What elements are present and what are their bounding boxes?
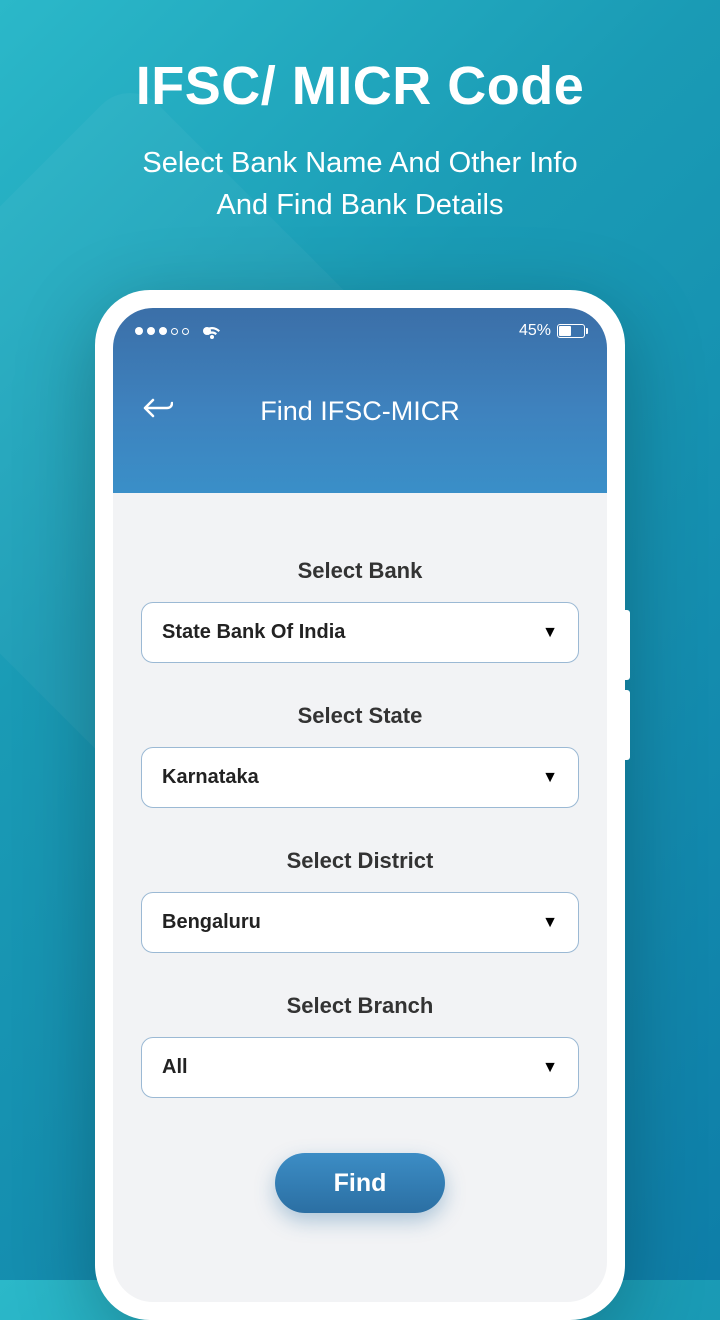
branch-label: Select Branch: [141, 993, 579, 1019]
chevron-down-icon: ▼: [542, 914, 558, 932]
chevron-down-icon: ▼: [542, 769, 558, 787]
phone-frame: 45% Find IFSC-MICR Select Bank State Ban…: [95, 290, 625, 1320]
find-button[interactable]: Find: [275, 1153, 445, 1213]
wifi-icon: [203, 327, 211, 335]
bank-label: Select Bank: [141, 558, 579, 584]
battery-percent: 45%: [519, 322, 551, 340]
phone-side-button: [625, 690, 630, 760]
battery-icon: [557, 324, 585, 338]
state-label: Select State: [141, 703, 579, 729]
chevron-down-icon: ▼: [542, 1059, 558, 1077]
district-group: Select District Bengaluru ▼: [141, 848, 579, 953]
district-value: Bengaluru: [162, 911, 261, 934]
signal-dots-icon: [135, 327, 211, 335]
branch-select[interactable]: All ▼: [141, 1037, 579, 1098]
chevron-down-icon: ▼: [542, 624, 558, 642]
district-select[interactable]: Bengaluru ▼: [141, 892, 579, 953]
form: Select Bank State Bank Of India ▼ Select…: [113, 493, 607, 1213]
bank-select[interactable]: State Bank Of India ▼: [141, 602, 579, 663]
appbar-title: Find IFSC-MICR: [143, 396, 577, 427]
branch-value: All: [162, 1056, 188, 1079]
statusbar: 45%: [113, 308, 607, 340]
appbar: Find IFSC-MICR: [113, 340, 607, 428]
state-select[interactable]: Karnataka ▼: [141, 747, 579, 808]
state-group: Select State Karnataka ▼: [141, 703, 579, 808]
bank-value: State Bank Of India: [162, 621, 345, 644]
district-label: Select District: [141, 848, 579, 874]
branch-group: Select Branch All ▼: [141, 993, 579, 1098]
state-value: Karnataka: [162, 766, 259, 789]
battery-status: 45%: [519, 322, 585, 340]
phone-side-button: [625, 610, 630, 680]
phone-screen: 45% Find IFSC-MICR Select Bank State Ban…: [113, 308, 607, 1302]
bank-group: Select Bank State Bank Of India ▼: [141, 558, 579, 663]
app-header-gradient: 45% Find IFSC-MICR: [113, 308, 607, 493]
